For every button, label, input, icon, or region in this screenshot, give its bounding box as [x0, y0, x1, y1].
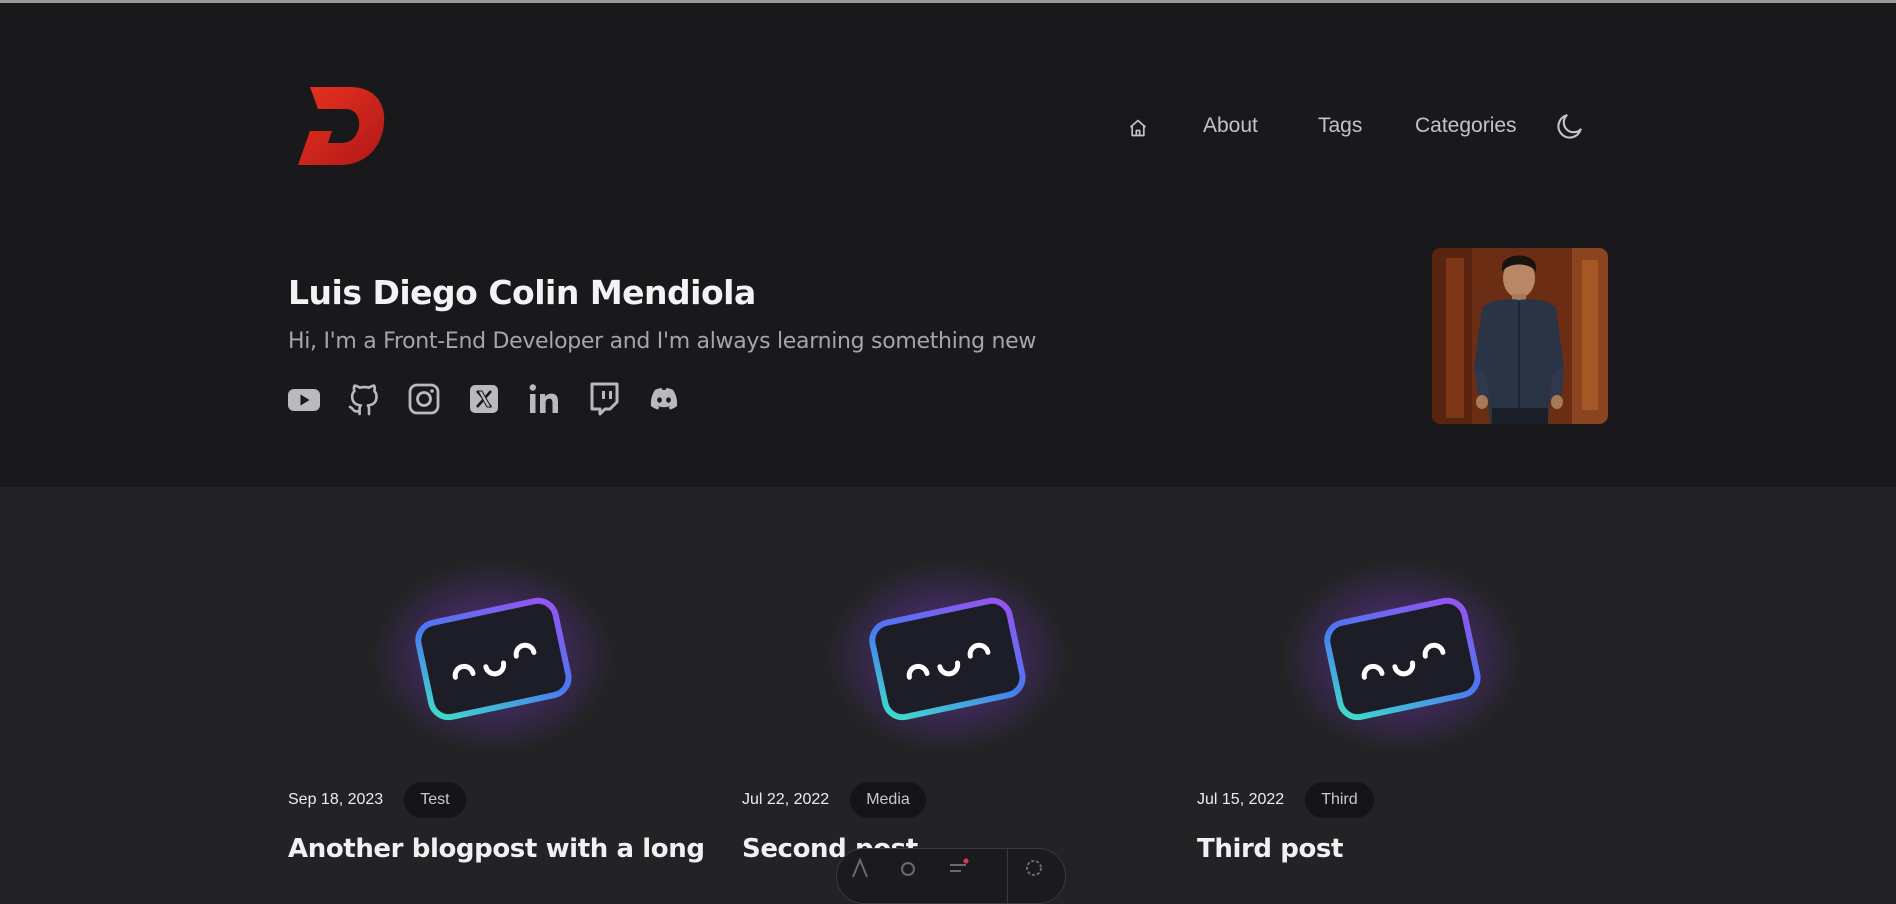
- gear-icon[interactable]: [1023, 857, 1045, 879]
- post-date: Sep 18, 2023: [288, 791, 384, 808]
- author-tagline: Hi, I'm a Front-End Developer and I'm al…: [288, 329, 1037, 354]
- post-meta: Jul 22, 2022 Media: [742, 782, 926, 818]
- twitch-icon: [590, 382, 619, 416]
- author-name: Luis Diego Colin Mendiola: [288, 273, 756, 313]
- instagram-icon: [408, 383, 440, 415]
- toolbar-tool-icon[interactable]: [849, 857, 871, 879]
- x-link[interactable]: [467, 381, 527, 417]
- linkedin-icon: [529, 384, 558, 413]
- post-meta: Sep 18, 2023 Test: [288, 782, 466, 818]
- post-title[interactable]: Third post: [1197, 834, 1343, 864]
- nav-tags-link[interactable]: Tags: [1318, 114, 1362, 138]
- discord-link[interactable]: [647, 381, 707, 417]
- nav-home-button[interactable]: [1126, 116, 1150, 140]
- post-date: Jul 22, 2022: [742, 791, 830, 808]
- floating-toolbar[interactable]: [836, 848, 1066, 904]
- nav-categories-link[interactable]: Categories: [1415, 114, 1517, 138]
- social-links: [287, 381, 707, 417]
- post-tag[interactable]: Third: [1305, 782, 1374, 818]
- site-header: About Tags Categories Luis Diego Colin M…: [0, 3, 1896, 487]
- post-meta: Jul 15, 2022 Third: [1197, 782, 1374, 818]
- d-logo-icon[interactable]: [298, 85, 388, 167]
- post-title[interactable]: Another blogpost with a long: [288, 834, 705, 864]
- profile-photo: [1432, 248, 1608, 424]
- moon-icon: [1557, 114, 1582, 139]
- toolbar-tool-icon[interactable]: [947, 857, 969, 879]
- x-icon: [470, 385, 498, 413]
- youtube-link[interactable]: [287, 381, 347, 417]
- instagram-link[interactable]: [407, 381, 467, 417]
- youtube-icon: [288, 389, 320, 411]
- home-icon: [1129, 119, 1147, 137]
- github-icon: [348, 384, 378, 416]
- toolbar-tool-icon[interactable]: [897, 857, 919, 879]
- post-tag[interactable]: Test: [404, 782, 466, 818]
- post-tag[interactable]: Media: [850, 782, 926, 818]
- nav-about-link[interactable]: About: [1203, 114, 1258, 138]
- post-date: Jul 15, 2022: [1197, 791, 1285, 808]
- discord-icon: [650, 388, 678, 410]
- theme-toggle-button[interactable]: [1553, 109, 1587, 143]
- github-link[interactable]: [347, 381, 407, 417]
- linkedin-link[interactable]: [527, 381, 587, 417]
- twitch-link[interactable]: [587, 381, 647, 417]
- toolbar-divider: [1007, 849, 1008, 903]
